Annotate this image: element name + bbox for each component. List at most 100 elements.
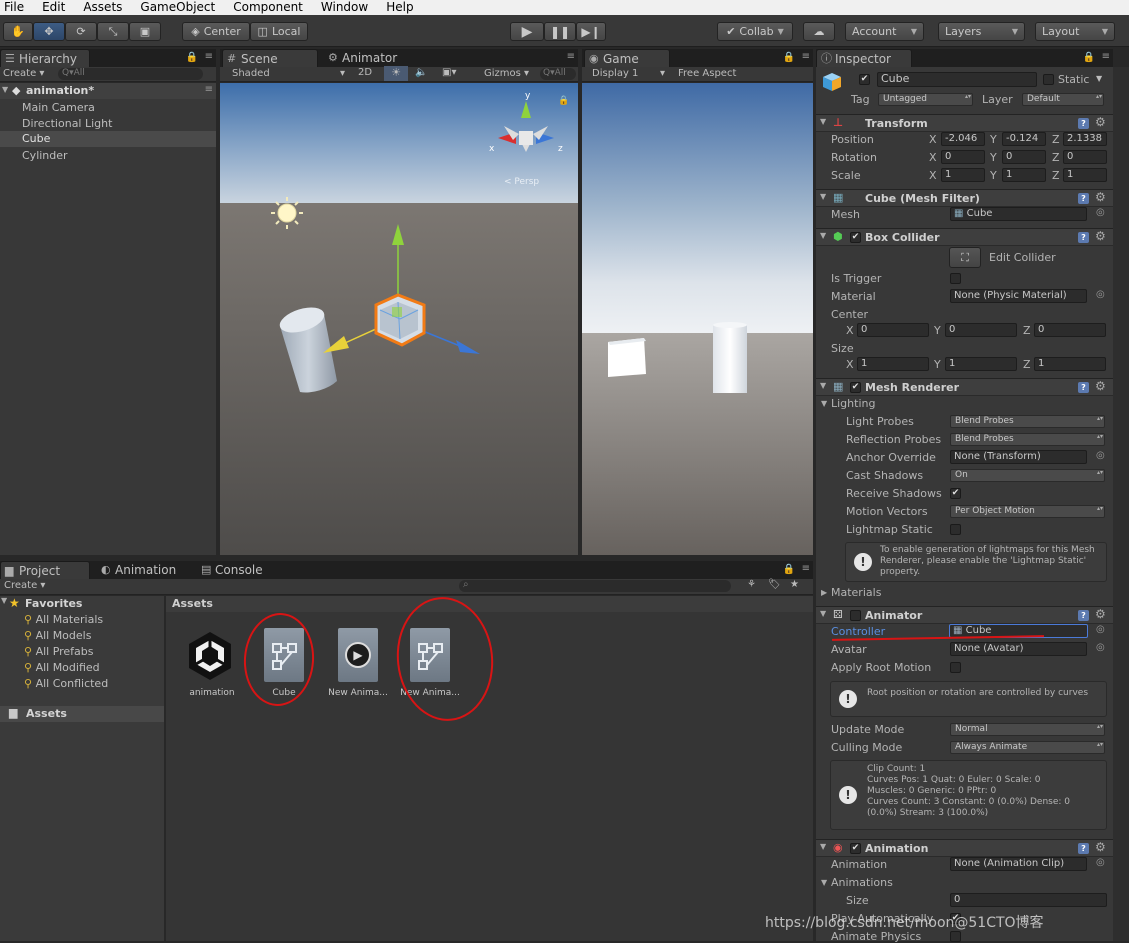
center-x-input[interactable]: 0 <box>857 323 929 337</box>
fav-all-prefabs[interactable]: ⚲ All Prefabs <box>24 644 108 660</box>
rotation-y-input[interactable]: 0 <box>1002 150 1046 164</box>
persp-label[interactable]: < Persp <box>504 177 539 187</box>
scene-header-row[interactable]: ▼ ◆ animation* ≡ <box>0 83 216 99</box>
box-collider-enabled-checkbox[interactable]: ✔ <box>850 232 861 243</box>
lock-icon[interactable]: 🔒 <box>186 52 198 63</box>
material-object-field[interactable]: None (Physic Material) <box>950 289 1087 303</box>
animation-enabled-checkbox[interactable]: ✔ <box>850 843 861 854</box>
mesh-renderer-header[interactable]: ▼ ▦ ✔ Mesh Renderer ? ⚙ <box>816 378 1113 396</box>
lock-icon[interactable]: 🔒 <box>783 564 795 575</box>
object-name-input[interactable]: Cube <box>877 72 1037 87</box>
animator-header[interactable]: ▼ ⚄ Animator ? ⚙ <box>816 606 1113 624</box>
hierarchy-create-dropdown[interactable]: Create ▾ <box>3 68 44 79</box>
scene-menu-icon[interactable]: ≡ <box>205 84 213 95</box>
hierarchy-item-directional-light[interactable]: Directional Light <box>22 116 112 132</box>
help-icon[interactable]: ? <box>1078 118 1089 129</box>
gear-icon[interactable]: ⚙ <box>1095 607 1106 621</box>
hierarchy-item-cylinder[interactable]: Cylinder <box>22 148 68 164</box>
display-dropdown[interactable]: Display 1 <box>592 68 638 79</box>
tab-project[interactable]: ▆ Project <box>0 561 90 579</box>
menu-icon[interactable]: ≡ <box>802 51 810 62</box>
tab-animator[interactable]: ⚙ Animator <box>324 49 414 67</box>
motion-vectors-dropdown[interactable]: Per Object Motion <box>950 505 1105 518</box>
is-trigger-checkbox[interactable] <box>950 273 961 284</box>
animation-clip-field[interactable]: None (Animation Clip) <box>950 857 1087 871</box>
gizmos-dropdown[interactable]: Gizmos ▾ <box>484 68 529 79</box>
tab-inspector[interactable]: ⓘ Inspector <box>816 49 912 67</box>
cloud-button[interactable]: ☁ <box>803 22 835 41</box>
tab-animation[interactable]: ◐ Animation <box>97 561 193 579</box>
cast-shadows-dropdown[interactable]: On <box>950 469 1105 482</box>
project-create-dropdown[interactable]: Create ▾ <box>4 580 45 591</box>
project-search-input[interactable]: ⌕ <box>459 579 731 592</box>
account-dropdown[interactable]: Account ▼ <box>845 22 924 41</box>
lighting-foldout[interactable]: Lighting <box>831 397 875 410</box>
scene-lighting-toggle[interactable]: ☀ <box>384 66 408 81</box>
collab-dropdown[interactable]: ✔ Collab ▼ <box>717 22 793 41</box>
scale-y-input[interactable]: 1 <box>1002 168 1046 182</box>
object-picker-icon[interactable]: ◎ <box>1096 450 1105 461</box>
assets-folder-row[interactable]: ▆ Assets <box>0 706 164 722</box>
mesh-object-field[interactable]: ▦ Cube <box>950 207 1087 221</box>
box-collider-header[interactable]: ▼ ⬢ ✔ Box Collider ? ⚙ <box>816 228 1113 246</box>
menu-icon[interactable]: ≡ <box>567 51 575 62</box>
step-button[interactable]: ▶❙ <box>576 22 606 41</box>
animations-size-input[interactable]: 0 <box>950 893 1107 907</box>
menu-edit[interactable]: Edit <box>42 0 65 15</box>
tab-hierarchy[interactable]: ☰ Hierarchy <box>0 49 90 67</box>
lightmap-static-checkbox[interactable] <box>950 524 961 535</box>
game-viewport[interactable] <box>582 83 813 555</box>
position-z-input[interactable]: 2.1338 <box>1063 132 1107 146</box>
filter-type-icon[interactable]: ⚘ <box>747 579 756 590</box>
gear-icon[interactable]: ⚙ <box>1095 379 1106 393</box>
speaker-icon[interactable]: 🔈 <box>415 67 427 78</box>
menu-help[interactable]: Help <box>386 0 413 15</box>
pivot-center-button[interactable]: ◈ Center <box>182 22 250 41</box>
tag-dropdown[interactable]: Untagged <box>878 93 973 106</box>
receive-shadows-checkbox[interactable]: ✔ <box>950 488 961 499</box>
layer-dropdown[interactable]: Default <box>1022 93 1104 106</box>
materials-foldout[interactable]: Materials <box>831 586 881 599</box>
menu-component[interactable]: Component <box>233 0 303 15</box>
2d-toggle[interactable]: 2D <box>352 67 378 81</box>
lock-icon[interactable]: 🔒 <box>783 52 795 63</box>
position-x-input[interactable]: -2.046 <box>941 132 985 146</box>
help-icon[interactable]: ? <box>1078 610 1089 621</box>
asset-new-animation-clip[interactable]: ▶ New Anima... <box>328 626 392 706</box>
menu-assets[interactable]: Assets <box>83 0 122 15</box>
scale-x-input[interactable]: 1 <box>941 168 985 182</box>
shading-mode-dropdown[interactable]: Shaded <box>232 68 270 79</box>
scene-viewport[interactable]: y x z < Persp 🔒 <box>220 83 578 555</box>
fav-all-modified[interactable]: ⚲ All Modified <box>24 660 108 676</box>
rotation-x-input[interactable]: 0 <box>941 150 985 164</box>
avatar-object-field[interactable]: None (Avatar) <box>950 642 1087 656</box>
mesh-renderer-enabled-checkbox[interactable]: ✔ <box>850 382 861 393</box>
update-mode-dropdown[interactable]: Normal <box>950 723 1105 736</box>
transform-header[interactable]: ▼ ⊥ Transform ? ⚙ <box>816 114 1113 132</box>
scene-search-input[interactable]: Q▾All <box>540 68 576 80</box>
asset-animation-scene[interactable]: animation <box>182 626 242 706</box>
local-global-button[interactable]: ◫ Local <box>250 22 308 41</box>
tab-game[interactable]: ◉ Game <box>584 49 670 67</box>
filter-label-icon[interactable]: 🏷 <box>768 579 781 590</box>
rotate-tool-button[interactable]: ⟳ <box>65 22 97 41</box>
help-icon[interactable]: ? <box>1078 232 1089 243</box>
object-picker-icon[interactable]: ◎ <box>1096 207 1105 218</box>
menu-file[interactable]: File <box>4 0 24 15</box>
help-icon[interactable]: ? <box>1078 382 1089 393</box>
effects-icon[interactable]: ▣▾ <box>442 67 456 78</box>
inspector-scrollbar[interactable] <box>1113 67 1129 941</box>
menu-window[interactable]: Window <box>321 0 368 15</box>
animator-enabled-checkbox[interactable] <box>850 610 861 621</box>
triangle-right-icon[interactable]: ▶ <box>821 588 827 597</box>
object-picker-icon[interactable]: ◎ <box>1096 289 1105 300</box>
size-z-input[interactable]: 1 <box>1034 357 1106 371</box>
anchor-override-field[interactable]: None (Transform) <box>950 450 1087 464</box>
rotation-z-input[interactable]: 0 <box>1063 150 1107 164</box>
fav-all-conflicted[interactable]: ⚲ All Conflicted <box>24 676 108 692</box>
gear-icon[interactable]: ⚙ <box>1095 229 1106 243</box>
tab-console[interactable]: ▤ Console <box>197 561 287 579</box>
gear-icon[interactable]: ⚙ <box>1095 115 1106 129</box>
size-y-input[interactable]: 1 <box>945 357 1017 371</box>
scale-tool-button[interactable]: ⤡ <box>97 22 129 41</box>
